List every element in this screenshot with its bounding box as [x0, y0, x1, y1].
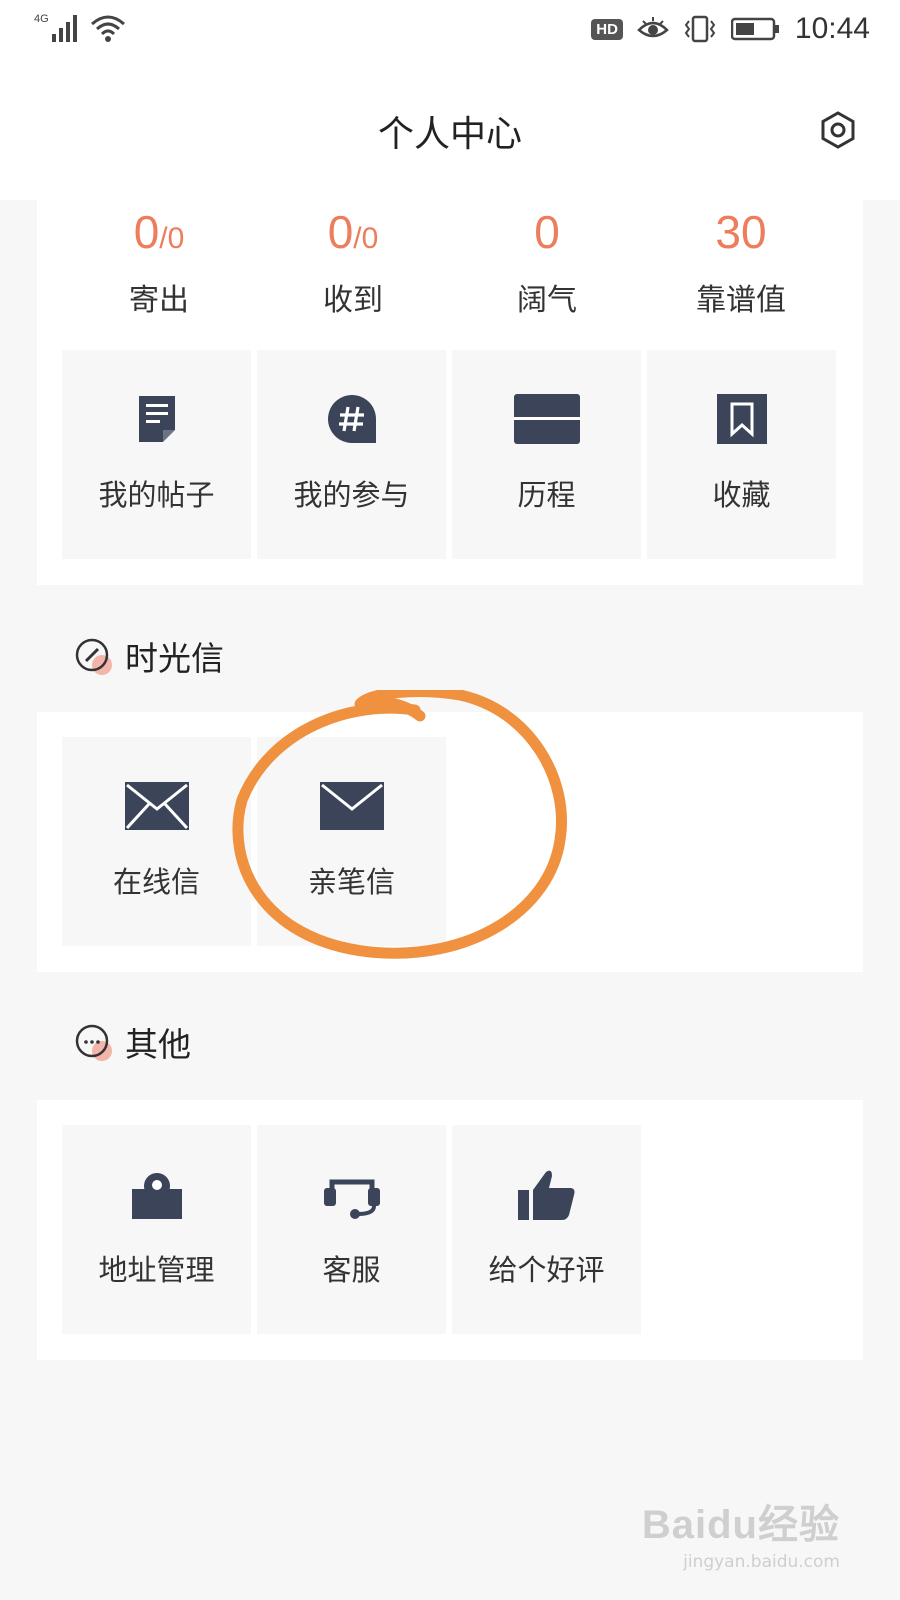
letters-card: 在线信 亲笔信 — [37, 712, 863, 972]
status-bar-left: 4G — [34, 10, 126, 44]
tile-label: 亲笔信 — [307, 865, 395, 899]
battery-icon — [730, 17, 779, 41]
tile-label: 给个好评 — [488, 1253, 605, 1287]
stat-label: 阔气 — [517, 283, 577, 318]
stat-reliability[interactable]: 30 靠谱值 — [644, 200, 838, 319]
letter-tiles: 在线信 亲笔信 — [62, 737, 446, 946]
watermark-logo: Baidu经验 — [641, 1503, 840, 1547]
envelope-icon — [319, 782, 384, 830]
tile-label: 地址管理 — [98, 1253, 215, 1287]
section-header-others: 其他 — [75, 1018, 191, 1066]
clock-time: 10:44 — [794, 12, 870, 45]
stat-value: 0/0 — [327, 206, 379, 258]
more-icon — [75, 1024, 112, 1061]
bookmark-icon — [716, 394, 767, 444]
section-header-letters: 时光信 — [75, 632, 224, 680]
wifi-icon — [91, 15, 125, 42]
tile-label: 收藏 — [712, 478, 771, 512]
post-icon — [138, 396, 175, 442]
history-icon — [513, 394, 580, 444]
tile-my-participation[interactable]: 我的参与 — [257, 350, 446, 559]
stat-sent[interactable]: 0/0 寄出 — [62, 200, 256, 319]
stat-generosity[interactable]: 0 阔气 — [450, 200, 644, 319]
tile-label: 我的参与 — [293, 478, 410, 512]
page-title: 个人中心 — [377, 114, 522, 155]
tile-label: 客服 — [322, 1253, 381, 1287]
tile-rate-us[interactable]: 给个好评 — [452, 1125, 641, 1334]
section-title: 时光信 — [125, 639, 224, 678]
tile-favorites[interactable]: 收藏 — [647, 350, 836, 559]
hashtag-icon — [327, 395, 376, 443]
settings-icon[interactable] — [818, 110, 858, 150]
tile-my-posts[interactable]: 我的帖子 — [62, 350, 251, 559]
tile-label: 在线信 — [112, 865, 200, 899]
hd-badge: HD — [591, 18, 623, 40]
watermark: Baidu经验 jingyan.baidu.com — [642, 1492, 840, 1572]
stat-label: 寄出 — [129, 283, 189, 318]
stat-value: 30 — [715, 206, 767, 258]
vibrate-icon — [684, 15, 716, 43]
status-bar-right: HD 10:44 — [591, 12, 870, 46]
profile-stats-card: 0/0 寄出 0/0 收到 0 阔气 30 靠谱值 我的帖子 我的参与 历程 收… — [37, 200, 863, 585]
other-tiles: 地址管理 客服 给个好评 — [62, 1125, 641, 1334]
location-pin-icon — [131, 1173, 182, 1219]
header-bar: 个人中心 — [0, 60, 900, 200]
tile-customer-service[interactable]: 客服 — [257, 1125, 446, 1334]
tile-handwritten-letter[interactable]: 亲笔信 — [257, 737, 446, 946]
tile-label: 我的帖子 — [98, 478, 215, 512]
tile-address-management[interactable]: 地址管理 — [62, 1125, 251, 1334]
section-title: 其他 — [125, 1025, 191, 1064]
status-bar: 4G HD 10:44 — [0, 0, 900, 60]
watermark-url: jingyan.baidu.com — [683, 1552, 840, 1572]
thumbs-up-icon — [517, 1170, 574, 1220]
compass-icon — [75, 638, 112, 675]
headset-icon — [323, 1179, 380, 1219]
main-tiles: 我的帖子 我的参与 历程 收藏 — [62, 350, 836, 559]
others-card: 地址管理 客服 给个好评 — [37, 1100, 863, 1360]
tile-history[interactable]: 历程 — [452, 350, 641, 559]
stat-label: 收到 — [323, 283, 383, 318]
cellular-signal-icon: 4G — [34, 13, 77, 42]
tile-online-letter[interactable]: 在线信 — [62, 737, 251, 946]
stat-label: 靠谱值 — [696, 283, 786, 318]
stat-received[interactable]: 0/0 收到 — [256, 200, 450, 319]
svg-text:4G: 4G — [34, 13, 49, 25]
stat-value: 0 — [534, 206, 560, 258]
stat-value: 0/0 — [133, 206, 185, 258]
envelope-icon — [124, 782, 189, 830]
stats-row: 0/0 寄出 0/0 收到 0 阔气 30 靠谱值 — [62, 200, 838, 319]
eye-icon — [637, 17, 669, 38]
tile-label: 历程 — [517, 478, 576, 512]
